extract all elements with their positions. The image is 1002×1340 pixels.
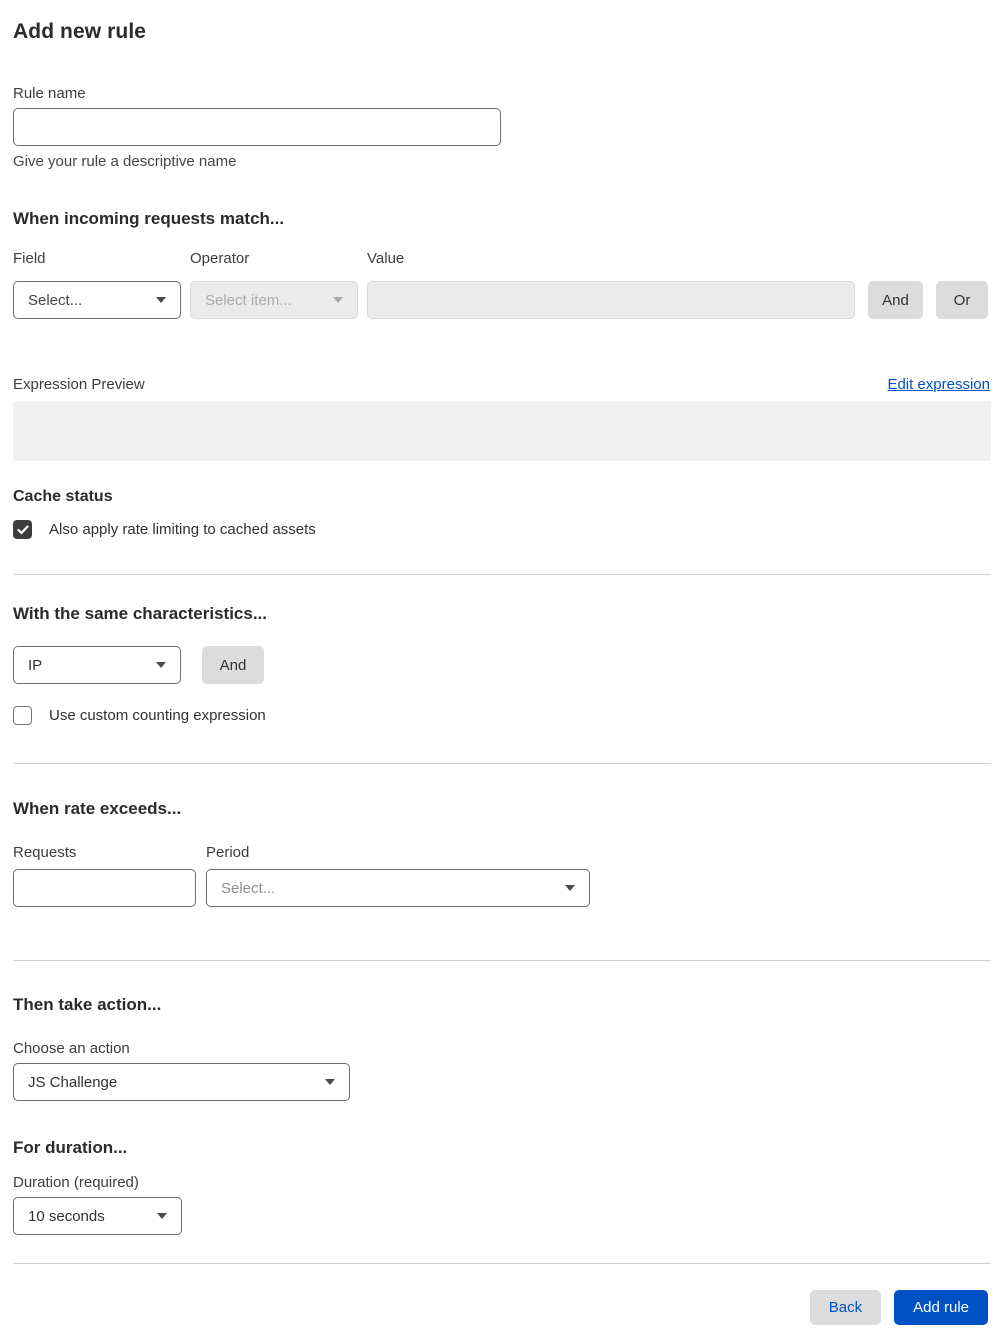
duration-heading: For duration... (13, 1138, 128, 1157)
duration-select-value: 10 seconds (28, 1207, 105, 1225)
chevron-down-icon (156, 297, 166, 303)
operator-select[interactable]: Select item... (190, 281, 358, 319)
chevron-down-icon (157, 1213, 167, 1219)
characteristics-row: IP And (13, 646, 990, 684)
section-divider (13, 960, 991, 961)
expression-preview-row: Expression Preview Edit expression (13, 376, 990, 393)
characteristics-and-button[interactable]: And (202, 646, 264, 684)
field-label: Field (13, 250, 46, 267)
period-select[interactable]: Select... (206, 869, 590, 907)
rate-labels-row: Requests Period (13, 844, 990, 867)
characteristics-heading: With the same characteristics... (13, 604, 268, 623)
page-title: Add new rule (13, 20, 147, 43)
or-button[interactable]: Or (936, 281, 988, 319)
chevron-down-icon (156, 662, 166, 668)
footer-divider (13, 1263, 991, 1264)
add-rule-button[interactable]: Add rule (894, 1290, 988, 1325)
counting-expression-checkbox[interactable] (13, 706, 32, 725)
duration-select[interactable]: 10 seconds (13, 1197, 182, 1235)
add-rule-form: Add new rule Rule name Give your rule a … (0, 0, 1002, 1325)
section-divider (13, 763, 991, 764)
action-heading: Then take action... (13, 995, 162, 1014)
check-icon (16, 524, 29, 534)
rule-name-label: Rule name (13, 85, 86, 102)
requests-input[interactable] (13, 869, 196, 907)
cached-assets-checkbox[interactable] (13, 520, 32, 539)
field-select-value: Select... (28, 291, 83, 309)
footer-actions: Back Add rule (13, 1290, 990, 1325)
rate-heading: When rate exceeds... (13, 799, 182, 818)
counting-expression-row: Use custom counting expression (13, 706, 990, 725)
match-controls-row: Select... Select item... And Or (13, 281, 990, 319)
value-label: Value (367, 250, 405, 267)
chevron-down-icon (325, 1079, 335, 1085)
and-button[interactable]: And (868, 281, 923, 319)
chevron-down-icon (565, 885, 575, 891)
period-select-value: Select... (221, 879, 276, 897)
cache-checkbox-row: Also apply rate limiting to cached asset… (13, 520, 990, 539)
duration-label: Duration (required) (13, 1174, 139, 1191)
characteristic-select[interactable]: IP (13, 646, 181, 684)
cache-status-heading: Cache status (13, 488, 113, 505)
chevron-down-icon (333, 297, 343, 303)
operator-label: Operator (190, 250, 250, 267)
expression-preview-box (13, 401, 991, 461)
requests-label: Requests (13, 844, 77, 861)
rule-name-input[interactable] (13, 108, 501, 146)
action-select[interactable]: JS Challenge (13, 1063, 350, 1101)
field-select[interactable]: Select... (13, 281, 181, 319)
value-input[interactable] (367, 281, 855, 319)
rule-name-helper: Give your rule a descriptive name (13, 153, 237, 170)
back-button[interactable]: Back (809, 1290, 882, 1325)
match-labels-row: Field Operator Value (13, 250, 990, 273)
action-select-value: JS Challenge (28, 1073, 118, 1091)
match-section-heading: When incoming requests match... (13, 209, 285, 228)
counting-expression-label: Use custom counting expression (49, 707, 266, 724)
period-label: Period (206, 844, 250, 861)
action-label: Choose an action (13, 1040, 130, 1057)
rate-controls-row: Select... (13, 869, 990, 907)
expression-preview-label: Expression Preview (13, 376, 145, 393)
characteristic-select-value: IP (28, 656, 43, 674)
cached-assets-checkbox-label: Also apply rate limiting to cached asset… (49, 521, 316, 538)
edit-expression-link[interactable]: Edit expression (887, 376, 990, 393)
operator-select-value: Select item... (205, 291, 292, 309)
section-divider (13, 574, 991, 575)
